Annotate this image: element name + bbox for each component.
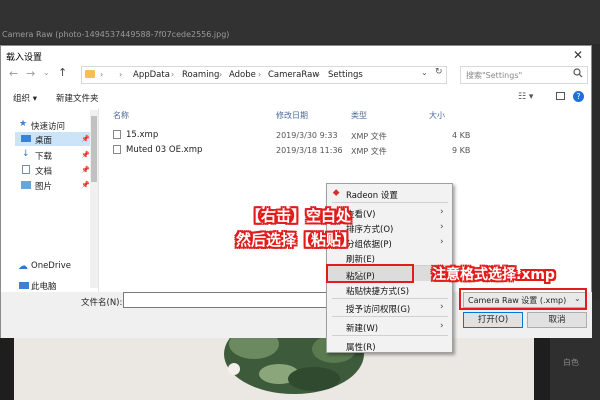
pin-icon: 📌 bbox=[81, 151, 90, 159]
view-options-icon[interactable]: ☷ ▾ bbox=[518, 92, 533, 102]
onedrive-cloud-icon: ☁ bbox=[18, 261, 28, 272]
radeon-logo-icon: ⬥ bbox=[333, 188, 340, 198]
cancel-button[interactable]: 取消 bbox=[527, 312, 587, 328]
breadcrumb-item[interactable]: Settings bbox=[328, 70, 363, 80]
documents-icon bbox=[22, 165, 30, 174]
mouse-cursor-icon: ➚ bbox=[353, 268, 363, 281]
up-arrow-icon[interactable]: ↑ bbox=[58, 66, 67, 79]
breadcrumb-chevron-icon: › bbox=[119, 70, 123, 79]
file-name[interactable]: 15.xmp bbox=[126, 130, 158, 140]
pin-icon: 📌 bbox=[81, 135, 90, 143]
file-type: XMP 文件 bbox=[351, 132, 387, 141]
sidebar-item-documents[interactable]: 文档 bbox=[35, 165, 52, 177]
menu-item-grant-access[interactable]: 授予访问权限(G) bbox=[346, 303, 410, 315]
preview-pane-icon[interactable] bbox=[556, 92, 565, 100]
panel-label: 白色 bbox=[563, 358, 579, 367]
folder-icon bbox=[85, 70, 95, 78]
column-header-name[interactable]: 名称 bbox=[113, 110, 129, 121]
submenu-arrow-icon: › bbox=[440, 207, 444, 217]
column-header-date[interactable]: 修改日期 bbox=[276, 110, 308, 121]
file-icon bbox=[113, 130, 121, 139]
camera-raw-window-title: Camera Raw (photo-1494537449588-7f07cede… bbox=[2, 30, 230, 39]
download-icon: ↓ bbox=[22, 149, 30, 159]
search-placeholder: 搜索"Settings" bbox=[466, 71, 523, 80]
annotation-format-note: 注意格式选择.xmp bbox=[432, 267, 555, 283]
file-date: 2019/3/18 11:36 bbox=[276, 146, 343, 155]
sidebar-item-onedrive[interactable]: OneDrive bbox=[31, 261, 71, 271]
annotation-select-paste: 然后选择【粘贴】 bbox=[236, 231, 357, 249]
breadcrumb-chevron-icon: › bbox=[219, 70, 223, 79]
breadcrumb-chevron-icon: › bbox=[317, 70, 321, 79]
breadcrumb-item[interactable]: CameraRaw bbox=[268, 70, 319, 80]
annotation-right-click: 【右击】空白处 bbox=[246, 207, 352, 225]
file-type: XMP 文件 bbox=[351, 147, 387, 156]
menu-separator bbox=[332, 298, 448, 299]
menu-separator bbox=[332, 316, 448, 317]
submenu-arrow-icon: › bbox=[440, 302, 444, 312]
file-size: 9 KB bbox=[452, 146, 471, 155]
submenu-arrow-icon: › bbox=[440, 321, 444, 331]
file-date: 2019/3/30 9:33 bbox=[276, 131, 338, 140]
breadcrumb-chevron-icon: › bbox=[171, 70, 175, 79]
column-header-type[interactable]: 类型 bbox=[351, 110, 367, 121]
desktop-icon bbox=[21, 135, 31, 142]
file-name[interactable]: Muted 03 OE.xmp bbox=[126, 145, 202, 155]
breadcrumb-item[interactable]: Roaming bbox=[182, 70, 219, 80]
dialog-title: 载入设置 bbox=[6, 53, 43, 63]
paste-highlight-box bbox=[326, 264, 414, 283]
open-button[interactable]: 打开(O) bbox=[463, 312, 523, 328]
filename-label: 文件名(N): bbox=[81, 298, 123, 308]
sidebar-item-downloads[interactable]: 下载 bbox=[35, 150, 52, 162]
menu-item-new[interactable]: 新建(W) bbox=[346, 322, 378, 334]
pin-icon: 📌 bbox=[81, 166, 90, 174]
column-header-size[interactable]: 大小 bbox=[429, 110, 445, 121]
sidebar-item-pictures[interactable]: 图片 bbox=[35, 180, 52, 192]
file-type-highlight-box bbox=[459, 288, 587, 310]
file-icon bbox=[113, 145, 121, 154]
close-icon[interactable]: ✕ bbox=[573, 48, 583, 62]
pane-divider bbox=[98, 108, 99, 292]
breadcrumb-item[interactable]: Adobe bbox=[229, 70, 256, 80]
organize-menu[interactable]: 组织 ▾ bbox=[13, 92, 37, 104]
submenu-arrow-icon: › bbox=[440, 237, 444, 247]
menu-separator bbox=[332, 335, 448, 336]
search-icon[interactable] bbox=[573, 68, 583, 78]
menu-separator bbox=[332, 202, 448, 203]
computer-icon bbox=[19, 282, 29, 289]
file-size: 4 KB bbox=[452, 131, 471, 140]
menu-item-properties[interactable]: 属性(R) bbox=[346, 341, 376, 353]
sidebar-item-quick-access[interactable]: 快速访问 bbox=[31, 120, 65, 132]
sidebar-item-this-pc[interactable]: 此电脑 bbox=[31, 280, 57, 292]
help-icon[interactable]: ? bbox=[573, 91, 584, 102]
recent-locations-chevron-icon[interactable]: ⌄ bbox=[43, 68, 50, 77]
sidebar-scrollbar-thumb[interactable] bbox=[91, 116, 97, 182]
submenu-arrow-icon: › bbox=[440, 222, 444, 232]
back-arrow-icon[interactable]: ← bbox=[9, 67, 18, 80]
refresh-icon[interactable]: ↻ bbox=[435, 67, 443, 77]
menu-item-radeon-settings[interactable]: Radeon 设置 bbox=[346, 189, 398, 201]
sidebar-item-desktop[interactable]: 桌面 bbox=[35, 134, 52, 146]
breadcrumb-chevron-icon: › bbox=[258, 70, 262, 79]
menu-item-paste-shortcut[interactable]: 粘贴快捷方式(S) bbox=[346, 285, 409, 297]
pin-icon: 📌 bbox=[81, 181, 90, 189]
new-folder-button[interactable]: 新建文件夹 bbox=[56, 92, 99, 104]
star-icon: ★ bbox=[19, 119, 28, 129]
pictures-icon bbox=[21, 181, 31, 189]
breadcrumb-chevron-icon: › bbox=[100, 70, 104, 79]
forward-arrow-icon[interactable]: → bbox=[26, 67, 35, 80]
address-dropdown-icon[interactable]: ⌄ bbox=[421, 68, 428, 77]
breadcrumb-item[interactable]: AppData bbox=[133, 70, 170, 80]
